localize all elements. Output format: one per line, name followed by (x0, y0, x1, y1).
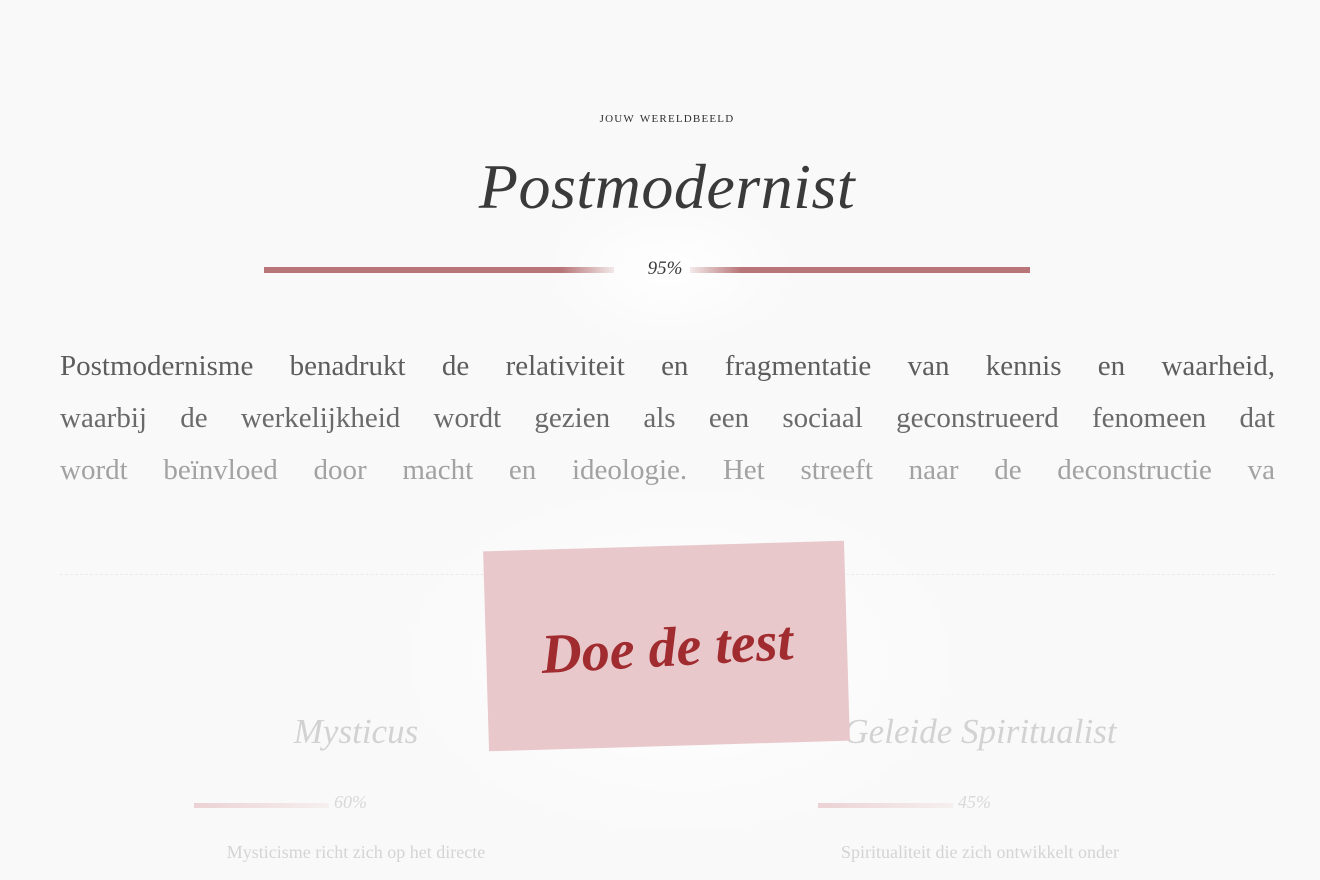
worldview-eyebrow: JOUW WERELDBEELD (599, 110, 735, 126)
worldview-score: 95% (264, 258, 1030, 284)
worldview-description: Postmodernisme benadrukt de relativiteit… (60, 340, 1275, 500)
description-line: Postmodernisme benadrukt de relativiteit… (60, 350, 1275, 382)
take-test-label: Doe de test (539, 610, 795, 686)
alternative-score-bar (818, 803, 953, 808)
take-test-button[interactable]: Doe de test (483, 540, 850, 752)
alternative-score-percentage: 60% (334, 792, 367, 812)
description-line: wordt beïnvloed door macht en ideologie.… (60, 454, 1275, 486)
score-percentage: 95% (647, 258, 683, 279)
alternative-score: 45% (780, 792, 1180, 816)
alternative-score-percentage: 45% (958, 792, 991, 812)
alternative-description: Mysticisme richt zich op het directe (226, 842, 486, 862)
worldview-title: Postmodernist (478, 151, 856, 222)
description-line: waarbij de werkelijkheid wordt gezien al… (60, 402, 1275, 434)
alternative-score-bar (194, 803, 329, 808)
alternative-description: Spiritualiteit die zich ontwikkelt onder (841, 842, 1119, 862)
alternative-score: 60% (156, 792, 556, 816)
